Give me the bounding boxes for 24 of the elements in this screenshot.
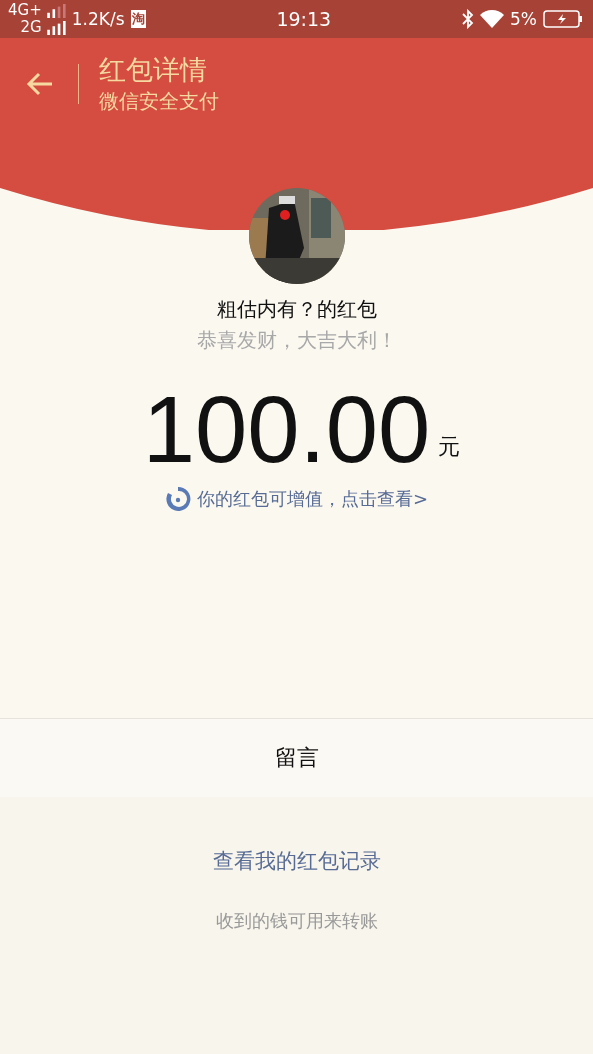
- clock-time: 19:13: [276, 8, 332, 30]
- wifi-icon: [480, 10, 504, 28]
- bluetooth-icon: [462, 9, 474, 29]
- currency-label: 元: [438, 433, 461, 461]
- records-link[interactable]: 查看我的红包记录: [212, 845, 381, 877]
- transfer-note: 收到的钱可用来转账: [215, 909, 378, 933]
- message-label: 留言: [274, 744, 319, 772]
- signal-icon: [45, 3, 66, 18]
- upgrade-link[interactable]: 你的红包可增值，点击查看>: [196, 487, 429, 511]
- message-row[interactable]: 留言: [0, 718, 593, 797]
- network-speed: 1.2K/s: [71, 9, 125, 29]
- page-subtitle: 微信安全支付: [99, 88, 219, 115]
- coin-icon: [164, 486, 191, 512]
- back-icon[interactable]: [26, 72, 54, 96]
- battery-level: 5%: [510, 9, 537, 29]
- greeting-text: 恭喜发财，大吉大利！: [196, 327, 397, 354]
- signal-icon: [45, 20, 66, 35]
- sender-title: 粗估内有？的红包: [216, 296, 377, 323]
- battery-icon: [543, 10, 583, 28]
- app-badge: 淘: [130, 10, 146, 28]
- network-label: 4G+: [8, 2, 42, 19]
- page-title: 红包详情: [99, 53, 208, 87]
- amount-value: 100.00: [142, 380, 431, 480]
- network-label: 2G: [20, 19, 42, 36]
